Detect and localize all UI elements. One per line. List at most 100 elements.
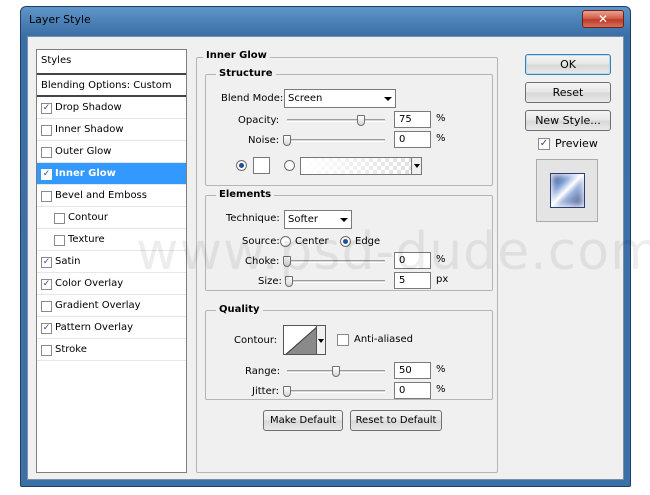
reset-to-default-button[interactable]: Reset to Default — [350, 410, 442, 431]
preview-label[interactable]: Preview — [555, 137, 598, 150]
dialog-client-area: Styles Blending Options: Custom Drop Sha… — [27, 36, 624, 480]
gradient-dropdown-icon[interactable] — [411, 158, 421, 174]
close-icon[interactable]: ✕ — [582, 10, 624, 28]
style-checkbox[interactable] — [41, 279, 52, 290]
chevron-down-icon — [340, 218, 348, 222]
style-item-contour[interactable]: Contour — [37, 207, 186, 229]
styles-header[interactable]: Styles — [37, 50, 186, 75]
make-default-button[interactable]: Make Default — [263, 410, 343, 431]
chevron-down-icon — [384, 97, 392, 101]
glow-gradient-picker[interactable] — [300, 157, 422, 175]
source-center-label[interactable]: Center — [295, 236, 329, 247]
choke-label: Choke: — [245, 256, 280, 267]
anti-aliased-checkbox[interactable] — [337, 334, 349, 346]
style-checkbox[interactable] — [41, 345, 52, 356]
elements-title: Elements — [216, 189, 275, 200]
noise-unit: % — [436, 133, 446, 144]
contour-dropdown-icon[interactable] — [317, 325, 326, 355]
glow-color-swatch[interactable] — [253, 157, 270, 174]
style-item-label: Stroke — [55, 344, 87, 355]
style-item-satin[interactable]: Satin — [37, 251, 186, 273]
inner-glow-title: Inner Glow — [203, 50, 270, 61]
style-checkbox[interactable] — [54, 235, 65, 246]
range-unit: % — [436, 364, 446, 375]
source-label: Source: — [242, 236, 280, 247]
style-item-stroke[interactable]: Stroke — [37, 339, 186, 361]
choke-slider-track[interactable] — [287, 260, 385, 263]
noise-slider-track[interactable] — [287, 139, 385, 142]
choke-slider-thumb[interactable] — [283, 256, 291, 267]
preview-checkbox[interactable] — [538, 138, 550, 150]
blending-options-item[interactable]: Blending Options: Custom — [37, 75, 186, 97]
choke-input[interactable]: 0 — [394, 252, 431, 269]
size-unit: px — [436, 274, 449, 285]
style-item-label: Color Overlay — [55, 278, 124, 289]
source-edge-radio[interactable] — [340, 236, 351, 247]
noise-slider-thumb[interactable] — [283, 135, 291, 146]
ok-button[interactable]: OK — [525, 54, 611, 75]
style-item-pattern-overlay[interactable]: Pattern Overlay — [37, 317, 186, 339]
style-checkbox[interactable] — [41, 301, 52, 312]
style-item-bevel-and-emboss[interactable]: Bevel and Emboss — [37, 185, 186, 207]
size-slider-track[interactable] — [287, 280, 385, 283]
style-item-label: Pattern Overlay — [55, 322, 134, 333]
style-item-outer-glow[interactable]: Outer Glow — [37, 141, 186, 163]
style-checkbox[interactable] — [41, 147, 52, 158]
style-item-texture[interactable]: Texture — [37, 229, 186, 251]
style-checkbox[interactable] — [41, 125, 52, 136]
new-style-button[interactable]: New Style... — [525, 110, 611, 131]
technique-value: Softer — [288, 214, 318, 225]
blend-mode-select[interactable]: Screen — [284, 89, 396, 108]
style-item-color-overlay[interactable]: Color Overlay — [37, 273, 186, 295]
contour-linear-icon — [285, 327, 316, 354]
structure-title: Structure — [216, 68, 276, 79]
style-item-label: Inner Shadow — [55, 124, 124, 135]
solid-color-radio[interactable] — [236, 160, 247, 171]
source-center-radio[interactable] — [280, 236, 291, 247]
style-item-label: Texture — [68, 234, 105, 245]
noise-input[interactable]: 0 — [394, 131, 431, 148]
style-checkbox[interactable] — [41, 257, 52, 268]
anti-aliased-label[interactable]: Anti-aliased — [354, 334, 413, 345]
choke-unit: % — [436, 254, 446, 265]
style-item-inner-glow[interactable]: Inner Glow — [37, 163, 186, 185]
inner-glow-group: Inner Glow Structure Blend Mode: Screen … — [196, 50, 498, 473]
quality-title: Quality — [216, 304, 263, 315]
style-item-label: Contour — [68, 212, 108, 223]
contour-preview[interactable] — [283, 325, 317, 355]
reset-button[interactable]: Reset — [525, 82, 611, 103]
style-checkbox[interactable] — [41, 169, 52, 180]
source-edge-label[interactable]: Edge — [355, 236, 380, 247]
style-item-label: Bevel and Emboss — [55, 190, 147, 201]
opacity-slider-track[interactable] — [287, 119, 385, 122]
style-item-drop-shadow[interactable]: Drop Shadow — [37, 97, 186, 119]
opacity-slider-thumb[interactable] — [356, 115, 365, 126]
range-input[interactable]: 50 — [394, 362, 431, 379]
style-item-label: Gradient Overlay — [55, 300, 141, 311]
style-checkbox[interactable] — [41, 103, 52, 114]
structure-group: Structure Blend Mode: Screen Opacity: 75… — [205, 68, 493, 186]
contour-label: Contour: — [234, 335, 278, 346]
opacity-input[interactable]: 75 — [394, 111, 431, 128]
style-checkbox[interactable] — [54, 213, 65, 224]
size-slider-thumb[interactable] — [284, 276, 293, 287]
style-checkbox[interactable] — [41, 191, 52, 202]
style-item-label: Drop Shadow — [55, 102, 122, 113]
style-item-inner-shadow[interactable]: Inner Shadow — [37, 119, 186, 141]
size-input[interactable]: 5 — [394, 272, 431, 289]
jitter-slider-thumb[interactable] — [283, 386, 291, 397]
jitter-label: Jitter: — [252, 386, 280, 397]
range-slider-thumb[interactable] — [332, 366, 340, 377]
technique-select[interactable]: Softer — [284, 210, 352, 229]
jitter-slider-track[interactable] — [287, 390, 385, 393]
gradient-radio[interactable] — [284, 160, 295, 171]
size-label: Size: — [258, 276, 282, 287]
style-item-gradient-overlay[interactable]: Gradient Overlay — [37, 295, 186, 317]
style-checkbox[interactable] — [41, 323, 52, 334]
layer-style-dialog: Layer Style ✕ Styles Blending Options: C… — [20, 6, 650, 487]
window-title: Layer Style — [29, 13, 91, 26]
elements-group: Elements Technique: Softer Source: Cente… — [205, 189, 493, 291]
jitter-input[interactable]: 0 — [394, 382, 431, 399]
style-item-label: Outer Glow — [55, 146, 112, 157]
blend-mode-label: Blend Mode: — [221, 93, 284, 104]
